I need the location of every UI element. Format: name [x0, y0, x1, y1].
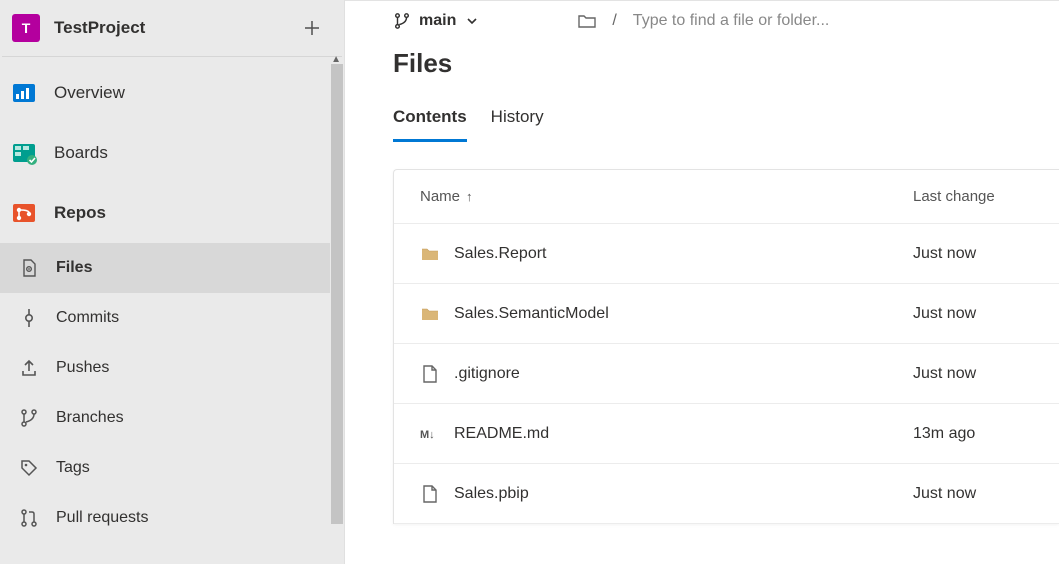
- divider: [345, 0, 1059, 1]
- sidebar-item-label: Commits: [56, 309, 119, 327]
- folder-icon: [420, 244, 440, 264]
- file-name: Sales.SemanticModel: [454, 305, 609, 323]
- tab-history[interactable]: History: [491, 107, 544, 142]
- file-name: .gitignore: [454, 365, 520, 383]
- repos-icon: [10, 199, 38, 227]
- scrollbar-thumb[interactable]: [331, 64, 343, 524]
- boards-icon: [10, 139, 38, 167]
- markdown-icon: M↓: [420, 424, 440, 444]
- table-row[interactable]: Sales.pbip Just now: [394, 464, 1059, 524]
- table-row[interactable]: M↓ README.md 13m ago: [394, 404, 1059, 464]
- column-header-name[interactable]: Name ↑: [420, 188, 473, 205]
- sidebar-item-branches[interactable]: Branches: [0, 393, 344, 443]
- file-name: README.md: [454, 425, 549, 443]
- sidebar-item-label: Pull requests: [56, 509, 149, 527]
- project-link[interactable]: T TestProject: [12, 14, 145, 42]
- sidebar-item-label: Branches: [56, 409, 124, 427]
- page-title: Files: [345, 44, 1059, 87]
- column-header-last-change[interactable]: Last change: [913, 188, 1033, 205]
- sidebar-item-label: Tags: [56, 459, 90, 477]
- repo-topbar: main /: [345, 0, 1059, 44]
- file-tabs: Contents History: [345, 87, 1059, 143]
- sidebar-item-boards[interactable]: Boards: [0, 123, 344, 183]
- last-change: Just now: [913, 485, 1033, 503]
- sidebar-item-label: Boards: [54, 143, 108, 163]
- chevron-down-icon: [466, 15, 478, 27]
- breadcrumb-separator: /: [612, 12, 616, 30]
- sidebar-item-label: Repos: [54, 203, 106, 223]
- overview-icon: [10, 79, 38, 107]
- last-change: 13m ago: [913, 425, 1033, 443]
- sidebar-scrollbar[interactable]: ▲: [330, 58, 344, 564]
- sidebar-item-files[interactable]: Files: [0, 243, 344, 293]
- file-name: Sales.pbip: [454, 485, 529, 503]
- sidebar-item-label: Files: [56, 259, 92, 277]
- pushes-icon: [18, 357, 40, 379]
- sidebar-item-overview[interactable]: Overview: [0, 63, 344, 123]
- sidebar-item-repos[interactable]: Repos: [0, 183, 344, 243]
- sort-ascending-icon: ↑: [466, 189, 473, 204]
- commits-icon: [18, 307, 40, 329]
- files-icon: [18, 257, 40, 279]
- sidebar-item-label: Pushes: [56, 359, 109, 377]
- project-badge: T: [12, 14, 40, 42]
- table-header: Name ↑ Last change: [394, 170, 1059, 224]
- last-change: Just now: [913, 305, 1033, 323]
- file-icon: [420, 364, 440, 384]
- folder-icon: [420, 304, 440, 324]
- project-name: TestProject: [54, 18, 145, 38]
- branch-name: main: [419, 12, 456, 30]
- last-change: Just now: [913, 365, 1033, 383]
- tags-icon: [18, 457, 40, 479]
- table-row[interactable]: .gitignore Just now: [394, 344, 1059, 404]
- tab-contents[interactable]: Contents: [393, 107, 467, 142]
- sidebar-item-pull-requests[interactable]: Pull requests: [0, 493, 344, 543]
- file-list-panel: Name ↑ Last change Sales.Report Just now: [393, 169, 1059, 524]
- last-change: Just now: [913, 245, 1033, 263]
- pull-requests-icon: [18, 507, 40, 529]
- table-row[interactable]: Sales.SemanticModel Just now: [394, 284, 1059, 344]
- sidebar-item-pushes[interactable]: Pushes: [0, 343, 344, 393]
- folder-icon[interactable]: [578, 13, 596, 29]
- sidebar-item-tags[interactable]: Tags: [0, 443, 344, 493]
- project-sidebar: T TestProject Overview Boards: [0, 0, 345, 564]
- plus-icon[interactable]: [300, 16, 324, 40]
- file-name: Sales.Report: [454, 245, 547, 263]
- sidebar-item-commits[interactable]: Commits: [0, 293, 344, 343]
- main-content: main / Files Contents History Name: [345, 0, 1059, 564]
- nav-section: Overview Boards Repos Files: [0, 57, 344, 543]
- sidebar-item-label: Overview: [54, 83, 125, 103]
- branch-picker[interactable]: main: [393, 12, 478, 30]
- path-search-input[interactable]: [633, 12, 933, 30]
- file-icon: [420, 484, 440, 504]
- branch-icon: [393, 12, 411, 30]
- branches-icon: [18, 407, 40, 429]
- project-header: T TestProject: [2, 2, 342, 57]
- svg-text:M↓: M↓: [420, 429, 435, 441]
- table-row[interactable]: Sales.Report Just now: [394, 224, 1059, 284]
